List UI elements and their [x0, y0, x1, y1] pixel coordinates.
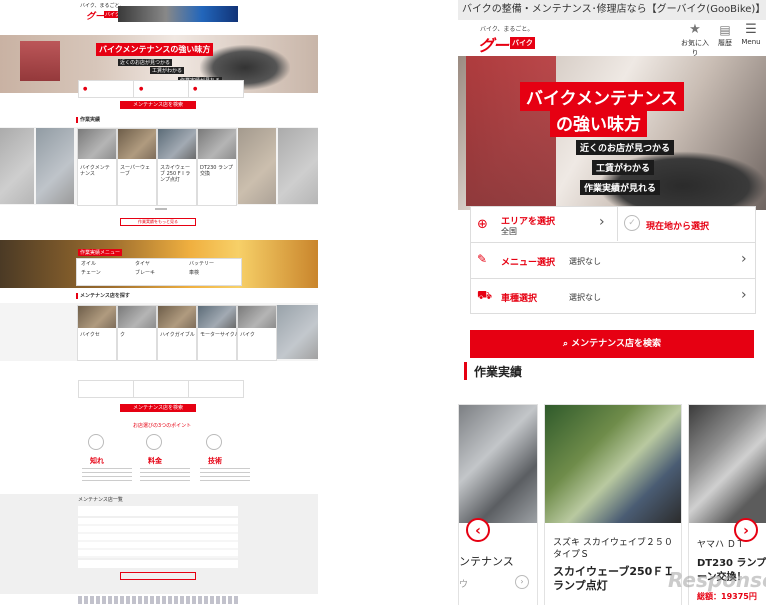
favorites-label: お気に入り — [681, 39, 709, 57]
work-card-0[interactable]: ンテナンス ウ › — [458, 404, 538, 605]
left-filter-box-2[interactable] — [78, 380, 244, 398]
tool-icon — [206, 434, 222, 450]
hero-point-3: 作業実績が見れる — [580, 180, 661, 195]
left-filter-box[interactable]: ● ● ● — [78, 80, 244, 98]
left-shop-card-1[interactable]: ク — [117, 305, 157, 361]
left-work-card-0[interactable]: バイクメンテナンス — [77, 128, 117, 206]
area-select[interactable]: ⊕ エリアを選択 全国 › — [471, 207, 618, 241]
works-section-title: 作業実績 — [474, 365, 523, 379]
left-hero-title: バイクメンテナンスの強い味方 — [96, 43, 214, 56]
left-footer-list: メンテナンス店一覧 — [0, 494, 318, 594]
site-logo[interactable]: グー — [478, 32, 509, 56]
site-logo-box: バイク — [510, 37, 535, 49]
search-icon: ⌕ — [562, 339, 572, 349]
left-menu-banner-title: 作業実績メニュー — [78, 249, 123, 256]
check-circle-icon: ✓ — [624, 215, 640, 231]
pin-icon — [88, 434, 104, 450]
chevron-right-icon: › — [741, 287, 747, 303]
left-search-button[interactable]: メンテナンス店を検索 — [120, 101, 196, 109]
desktop-page-preview: バイク、まるごと。 グー バイク バイクメンテナンスの強い味方 近くのお店が見つ… — [0, 0, 318, 605]
work-card-1[interactable]: スズキ スカイウェイブ２５０ タイプＳ スカイウェーブ250ＦＩ ランプ点灯 — [544, 404, 682, 605]
menu-icon: ☰ — [745, 22, 757, 37]
menu-select-value: 選択なし — [569, 257, 601, 266]
left-more-button[interactable]: 作業実績をもっと見る — [120, 218, 196, 226]
chevron-right-icon: › — [741, 251, 747, 267]
left-carousel-dots[interactable] — [155, 208, 167, 210]
hero-point-2: 工賃がわかる — [592, 160, 655, 175]
header-ad-banner[interactable] — [118, 6, 238, 22]
left-shop-card-0[interactable]: バイクセ — [77, 305, 117, 361]
location-select[interactable]: ✓ 現在地から選択 — [618, 207, 755, 241]
left-work-thumb-4[interactable] — [238, 128, 276, 204]
work-card-2-price: 総額：19375円 — [697, 592, 757, 601]
hero-title-line1: バイクメンテナンス — [520, 82, 684, 111]
wrench-icon: ✎ — [477, 252, 488, 266]
search-button[interactable]: ⌕ メンテナンス店を検索 — [470, 330, 754, 358]
mobile-hero: バイクメンテナンス の強い味方 近くのお店が見つかる 工賃がわかる 作業実績が見… — [458, 56, 766, 210]
left-work-thumb-0[interactable] — [0, 128, 34, 204]
hero-person — [466, 56, 556, 206]
section-accent-bar — [464, 362, 467, 380]
left-shop-card-4[interactable]: バイク — [237, 305, 277, 361]
left-works-title: 作業実績 — [80, 117, 101, 123]
search-button-label: メンテナンス店を検索 — [571, 339, 661, 349]
hero-point-1: 近くのお店が見つかる — [576, 140, 675, 155]
left-hero-person — [20, 41, 60, 81]
type-select[interactable]: ⛟ 車種選択 選択なし › — [471, 279, 755, 313]
area-value: 全国 — [501, 227, 517, 236]
carousel-next-button[interactable]: › — [734, 518, 758, 542]
work-card-0-body: ンテナンス — [459, 555, 514, 568]
work-card-1-title: スズキ スカイウェイブ２５０ タイプＳ — [553, 538, 673, 560]
chevron-right-icon: › — [743, 523, 749, 539]
left-work-card-1[interactable]: スーパーウェーブ — [117, 128, 157, 206]
left-shop-thumb-5[interactable] — [277, 305, 318, 359]
left-shop-card-3[interactable]: モーターサイクル — [197, 305, 240, 361]
left-point-2: 技術 — [208, 457, 222, 465]
left-shop-title: メンテナンス店を探す — [80, 293, 130, 299]
left-point-1: 料金 — [148, 457, 162, 465]
globe-icon: ⊕ — [477, 217, 488, 232]
chevron-right-icon: › — [515, 575, 529, 589]
left-points-title: お店選びの3つのポイント — [133, 423, 192, 429]
menu-label: Menu — [741, 38, 761, 46]
left-menu-grid[interactable]: オイル タイヤ バッテリー チェーン ブレーキ 車検 — [76, 258, 242, 286]
response-watermark: Response. — [668, 568, 766, 592]
motorcycle-icon: ⛟ — [477, 288, 493, 302]
left-logo[interactable]: グー — [86, 9, 104, 22]
chevron-right-icon: › — [599, 214, 605, 230]
left-work-card-3[interactable]: DT230 ランプ交換 — [197, 128, 237, 206]
search-form: ⊕ エリアを選択 全国 › ✓ 現在地から選択 ✎ メニュー選択 選択なし › … — [470, 206, 756, 314]
left-menu-banner: 作業実績メニュー オイル タイヤ バッテリー チェーン ブレーキ 車検 — [0, 240, 318, 288]
left-point-0: 知れ — [90, 457, 104, 465]
mobile-page: バイクの整備・メンテナンス･修理店なら【グーバイク(GooBike)】 バイク、… — [458, 0, 766, 605]
mobile-header: バイク、まるごと。 グー バイク ★ お気に入り ▤ 履歴 ☰ Menu — [458, 20, 766, 57]
left-work-thumb-1[interactable] — [36, 128, 74, 204]
browser-title-bar: バイクの整備・メンテナンス･修理店なら【グーバイク(GooBike)】 — [458, 0, 766, 20]
left-shop-card-2[interactable]: ハイクガイブル — [157, 305, 197, 361]
menu-select[interactable]: ✎ メニュー選択 選択なし › — [471, 243, 755, 277]
location-label: 現在地から選択 — [646, 222, 710, 232]
type-select-value: 選択なし — [569, 293, 601, 302]
star-icon: ★ — [689, 22, 701, 37]
carousel-prev-button[interactable]: ‹ — [466, 518, 490, 542]
left-hero-sub2: 工賃がわかる — [150, 67, 185, 74]
left-work-thumb-5[interactable] — [278, 128, 318, 204]
left-search-button-2[interactable]: メンテナンス店を検索 — [120, 404, 196, 412]
yen-icon — [146, 434, 162, 450]
type-select-label: 車種選択 — [501, 294, 538, 304]
left-hero-sub1: 近くのお店が見つかる — [118, 59, 173, 66]
chevron-left-icon: ‹ — [475, 523, 481, 539]
work-card-1-body: スカイウェーブ250ＦＩ ランプ点灯 — [553, 565, 675, 592]
menu-select-label: メニュー選択 — [501, 258, 556, 268]
work-card-0-extra: ウ — [459, 580, 469, 590]
favorites-button[interactable]: ★ お気に入り — [680, 22, 710, 57]
left-footer-title: メンテナンス店一覧 — [78, 497, 123, 503]
menu-button[interactable]: ☰ Menu — [736, 22, 766, 54]
hero-title-line2: の強い味方 — [550, 108, 647, 137]
left-work-card-2[interactable]: スカイウェーブ 250 F I ランプ点灯 — [157, 128, 197, 206]
